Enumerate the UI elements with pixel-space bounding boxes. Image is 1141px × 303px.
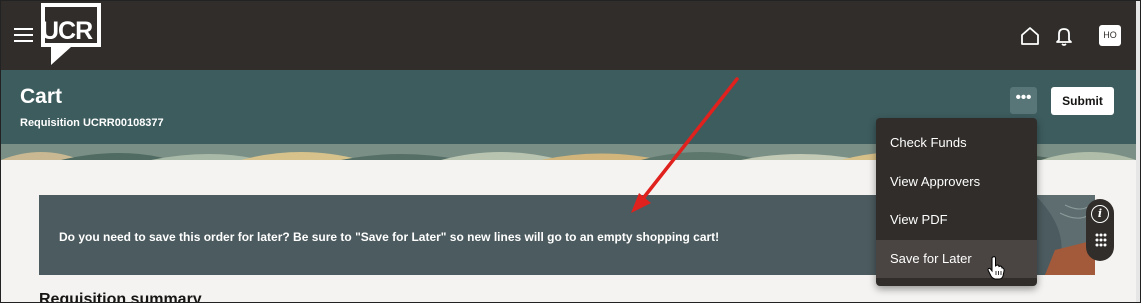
more-actions-button[interactable]: ••• [1010, 87, 1037, 114]
top-navigation-bar: UCR HO [1, 1, 1136, 70]
page-title: Cart [20, 85, 63, 108]
menu-item-view-pdf[interactable]: View PDF [876, 201, 1037, 239]
home-icon[interactable] [1020, 26, 1040, 46]
app-window: UCR HO Cart Requisition UCRR00108377 •••… [0, 0, 1141, 303]
submit-button[interactable]: Submit [1051, 87, 1114, 115]
banner-message: Do you need to save this order for later… [59, 230, 720, 244]
info-icon[interactable]: i [1091, 205, 1109, 223]
grid-dots-icon[interactable] [1095, 233, 1107, 253]
requisition-number: Requisition UCRR00108377 [20, 117, 164, 129]
requisition-summary-heading: Requisition summary [39, 291, 202, 303]
help-widget[interactable]: i [1086, 199, 1114, 261]
menu-item-save-for-later[interactable]: Save for Later [876, 240, 1037, 278]
bell-icon[interactable] [1054, 26, 1074, 46]
vertical-scrollbar[interactable] [1136, 1, 1140, 302]
user-avatar[interactable]: HO [1099, 25, 1121, 46]
actions-dropdown-menu: Check Funds View Approvers View PDF Save… [876, 118, 1037, 286]
hand-pointer-cursor-icon [987, 256, 1005, 280]
logo-text: UCR [41, 17, 93, 45]
ucr-logo[interactable]: UCR [37, 3, 105, 67]
hamburger-menu-icon[interactable] [14, 28, 33, 42]
menu-item-check-funds[interactable]: Check Funds [876, 124, 1037, 162]
menu-item-view-approvers[interactable]: View Approvers [876, 163, 1037, 201]
